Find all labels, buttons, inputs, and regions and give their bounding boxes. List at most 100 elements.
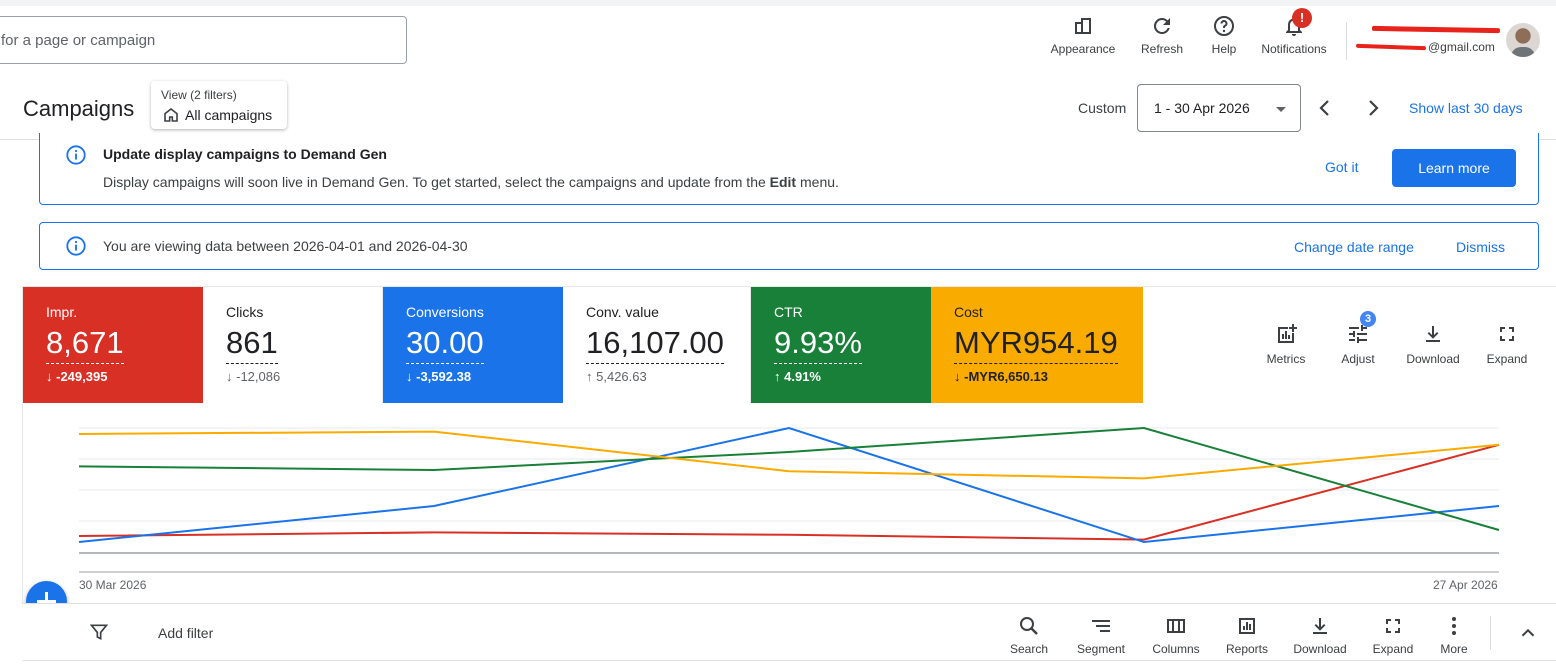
more-button[interactable]: More bbox=[1433, 614, 1475, 656]
search-input[interactable] bbox=[0, 17, 406, 63]
metric-card-conv-value[interactable]: Conv. value 16,107.00 ↑ 5,426.63 bbox=[563, 287, 751, 403]
date-range-select[interactable]: 1 - 30 Apr 2026 bbox=[1137, 84, 1301, 132]
expand-icon bbox=[1386, 619, 1400, 633]
adjust-count-badge: 3 bbox=[1360, 311, 1376, 327]
download-button[interactable]: Download bbox=[1402, 322, 1464, 366]
home-icon bbox=[164, 107, 178, 122]
metric-card-impr[interactable]: Impr. 8,671 ↓ -249,395 bbox=[23, 287, 203, 403]
chevron-left-icon[interactable] bbox=[1313, 96, 1337, 120]
segment-icon bbox=[1092, 620, 1110, 632]
toolbar-divider bbox=[1490, 616, 1491, 650]
top-strip bbox=[0, 0, 1556, 6]
got-it-button[interactable]: Got it bbox=[1325, 159, 1358, 175]
reports-label: Reports bbox=[1225, 642, 1269, 656]
metric-card-clicks[interactable]: Clicks 861 ↓ -12,086 bbox=[203, 287, 383, 403]
add-chart-icon bbox=[1278, 324, 1297, 343]
metric-delta: ↓ -MYR6,650.13 bbox=[954, 369, 1048, 384]
metric-name: Conversions bbox=[406, 304, 484, 320]
columns-icon bbox=[1167, 619, 1185, 633]
add-filter-button[interactable]: Add filter bbox=[158, 625, 213, 641]
metric-name: CTR bbox=[774, 304, 803, 320]
table-header-row bbox=[23, 660, 1556, 671]
reports-icon bbox=[1239, 618, 1255, 634]
metric-delta-value: -3,592.38 bbox=[416, 369, 472, 384]
more-label: More bbox=[1440, 642, 1468, 656]
date-info-banner: You are viewing data between 2026-04-01 … bbox=[39, 222, 1539, 270]
search-icon bbox=[1020, 617, 1038, 635]
metric-delta: ↓ -12,086 bbox=[226, 369, 280, 384]
columns-button[interactable]: Columns bbox=[1149, 614, 1203, 656]
download-label: Download bbox=[1406, 352, 1460, 366]
help-button[interactable]: Help bbox=[1206, 14, 1242, 60]
banner-body-bold: Edit bbox=[769, 174, 797, 190]
notifications-label: Notifications bbox=[1261, 42, 1327, 56]
chevron-right-icon[interactable] bbox=[1361, 96, 1385, 120]
help-label: Help bbox=[1211, 42, 1237, 56]
date-range-value: 1 - 30 Apr 2026 bbox=[1154, 100, 1250, 116]
metric-delta-value: 5,426.63 bbox=[596, 369, 647, 384]
metric-name: Clicks bbox=[226, 304, 264, 320]
appearance-icon bbox=[1075, 18, 1091, 34]
page-header: Campaigns View (2 filters) All campaigns… bbox=[0, 78, 1556, 140]
metric-card-cost[interactable]: Cost MYR954.19 ↓ -MYR6,650.13 bbox=[931, 287, 1143, 403]
notification-badge: ! bbox=[1292, 8, 1312, 28]
info-icon bbox=[66, 236, 86, 256]
metric-delta: ↓ -249,395 bbox=[46, 369, 107, 384]
table-expand-button[interactable]: Expand bbox=[1369, 614, 1417, 656]
performance-line-chart bbox=[78, 426, 1500, 573]
arrow-up-icon: ↑ bbox=[774, 369, 781, 384]
arrow-down-icon: ↓ bbox=[226, 369, 233, 384]
x-tick-label: 30 Mar 2026 bbox=[79, 578, 147, 592]
table-expand-label: Expand bbox=[1372, 642, 1414, 656]
series-line-2 bbox=[78, 426, 1500, 531]
table-download-button[interactable]: Download bbox=[1289, 614, 1351, 656]
learn-more-button[interactable]: Learn more bbox=[1392, 149, 1516, 187]
metric-value: MYR954.19 bbox=[954, 325, 1118, 364]
banner-body-text: Display campaigns will soon live in Dema… bbox=[103, 174, 770, 190]
page-title: Campaigns bbox=[23, 96, 135, 121]
metric-card-conversions[interactable]: Conversions 30.00 ↓ -3,592.38 bbox=[383, 287, 563, 403]
metric-delta-value: 4.91% bbox=[784, 369, 821, 384]
change-date-range-link[interactable]: Change date range bbox=[1294, 239, 1414, 255]
view-filters-label: View (2 filters) bbox=[161, 88, 237, 102]
segment-label: Segment bbox=[1076, 642, 1126, 656]
notifications-button[interactable]: ! Notifications bbox=[1256, 8, 1332, 60]
arrow-down-icon: ↓ bbox=[46, 369, 53, 384]
banner-title: Update display campaigns to Demand Gen bbox=[103, 146, 387, 162]
top-bar: Appearance Refresh Help ! Notifications … bbox=[0, 0, 1556, 78]
metric-delta: ↑ 4.91% bbox=[774, 369, 821, 384]
segment-button[interactable]: Segment bbox=[1073, 614, 1129, 656]
dismiss-link[interactable]: Dismiss bbox=[1456, 239, 1505, 255]
expand-icon bbox=[1500, 327, 1514, 341]
metric-card-ctr[interactable]: CTR 9.93% ↑ 4.91% bbox=[751, 287, 931, 403]
download-icon bbox=[1426, 326, 1440, 342]
metric-name: Impr. bbox=[46, 304, 78, 320]
date-info-message: You are viewing data between 2026-04-01 … bbox=[103, 238, 468, 254]
refresh-button[interactable]: Refresh bbox=[1138, 14, 1186, 60]
expand-button[interactable]: Expand bbox=[1483, 322, 1531, 366]
metric-value: 861 bbox=[226, 325, 278, 364]
reports-button[interactable]: Reports bbox=[1221, 614, 1273, 656]
search-tool-button[interactable]: Search bbox=[1005, 614, 1053, 656]
metrics-button[interactable]: Metrics bbox=[1263, 322, 1309, 366]
table-download-label: Download bbox=[1293, 642, 1347, 656]
chevron-up-icon[interactable] bbox=[1517, 622, 1539, 644]
expand-label: Expand bbox=[1486, 352, 1528, 366]
adjust-label: Adjust bbox=[1341, 352, 1375, 366]
demand-gen-banner: Update display campaigns to Demand Gen D… bbox=[39, 133, 1539, 205]
topbar-divider bbox=[1346, 22, 1347, 60]
banner-body-suffix: menu. bbox=[796, 174, 839, 190]
refresh-icon bbox=[1153, 17, 1170, 34]
info-icon bbox=[66, 145, 86, 165]
metric-name: Conv. value bbox=[586, 304, 659, 320]
show-last-30-days-link[interactable]: Show last 30 days bbox=[1409, 100, 1523, 116]
search-tool-label: Search bbox=[1009, 642, 1049, 656]
filter-icon[interactable] bbox=[89, 622, 109, 642]
view-selector[interactable]: View (2 filters) All campaigns bbox=[151, 81, 287, 129]
account-avatar[interactable] bbox=[1506, 23, 1540, 57]
columns-label: Columns bbox=[1152, 642, 1200, 656]
arrow-up-icon: ↑ bbox=[586, 369, 593, 384]
adjust-button[interactable]: 3 Adjust bbox=[1335, 311, 1381, 366]
search-box[interactable] bbox=[0, 16, 407, 64]
appearance-button[interactable]: Appearance bbox=[1048, 14, 1118, 60]
